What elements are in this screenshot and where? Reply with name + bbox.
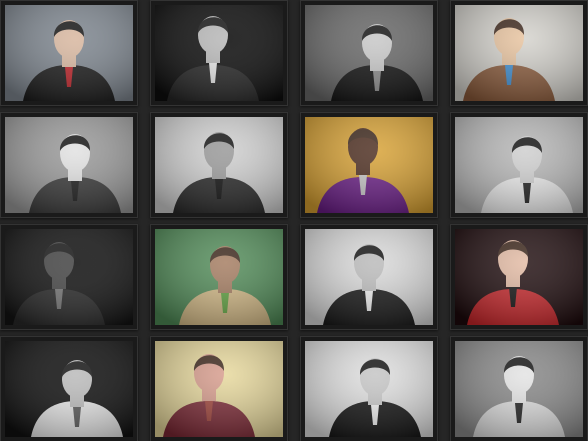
- thumbnail-photo: [5, 117, 133, 213]
- thumbnail-photo: [5, 229, 133, 325]
- gallery-thumbnail[interactable]: [150, 224, 288, 330]
- thumbnail-photo: [305, 117, 433, 213]
- gallery-thumbnail[interactable]: [0, 112, 138, 218]
- thumbnail-photo: [305, 341, 433, 437]
- portrait-image: [455, 117, 583, 213]
- thumbnail-photo: [155, 5, 283, 101]
- gallery-thumbnail[interactable]: [150, 0, 288, 106]
- portrait-image: [155, 229, 283, 325]
- gallery-thumbnail[interactable]: [450, 224, 588, 330]
- gallery-thumbnail[interactable]: [450, 336, 588, 441]
- portrait-image: [5, 229, 133, 325]
- gallery-thumbnail[interactable]: [450, 112, 588, 218]
- gallery-thumbnail[interactable]: [300, 224, 438, 330]
- photo-grid: [0, 0, 588, 441]
- thumbnail-photo: [455, 5, 583, 101]
- thumbnail-photo: [155, 117, 283, 213]
- thumbnail-photo: [455, 229, 583, 325]
- thumbnail-photo: [5, 5, 133, 101]
- thumbnail-photo: [455, 341, 583, 437]
- portrait-image: [455, 341, 583, 437]
- gallery-thumbnail[interactable]: [450, 0, 588, 106]
- portrait-image: [5, 117, 133, 213]
- portrait-image: [305, 229, 433, 325]
- portrait-image: [305, 341, 433, 437]
- portrait-image: [455, 229, 583, 325]
- portrait-image: [155, 117, 283, 213]
- thumbnail-photo: [155, 341, 283, 437]
- gallery-thumbnail[interactable]: [0, 0, 138, 106]
- gallery-thumbnail[interactable]: [300, 0, 438, 106]
- gallery-thumbnail[interactable]: [0, 336, 138, 441]
- portrait-image: [455, 5, 583, 101]
- gallery-thumbnail[interactable]: [150, 112, 288, 218]
- portrait-image: [155, 341, 283, 437]
- thumbnail-photo: [305, 5, 433, 101]
- thumbnail-photo: [305, 229, 433, 325]
- gallery-thumbnail[interactable]: [300, 112, 438, 218]
- thumbnail-photo: [455, 117, 583, 213]
- gallery-thumbnail[interactable]: [300, 336, 438, 441]
- gallery-thumbnail[interactable]: [150, 336, 288, 441]
- portrait-image: [5, 341, 133, 437]
- portrait-image: [155, 5, 283, 101]
- thumbnail-photo: [5, 341, 133, 437]
- portrait-image: [305, 5, 433, 101]
- portrait-image: [305, 117, 433, 213]
- gallery-thumbnail[interactable]: [0, 224, 138, 330]
- thumbnail-photo: [155, 229, 283, 325]
- portrait-image: [5, 5, 133, 101]
